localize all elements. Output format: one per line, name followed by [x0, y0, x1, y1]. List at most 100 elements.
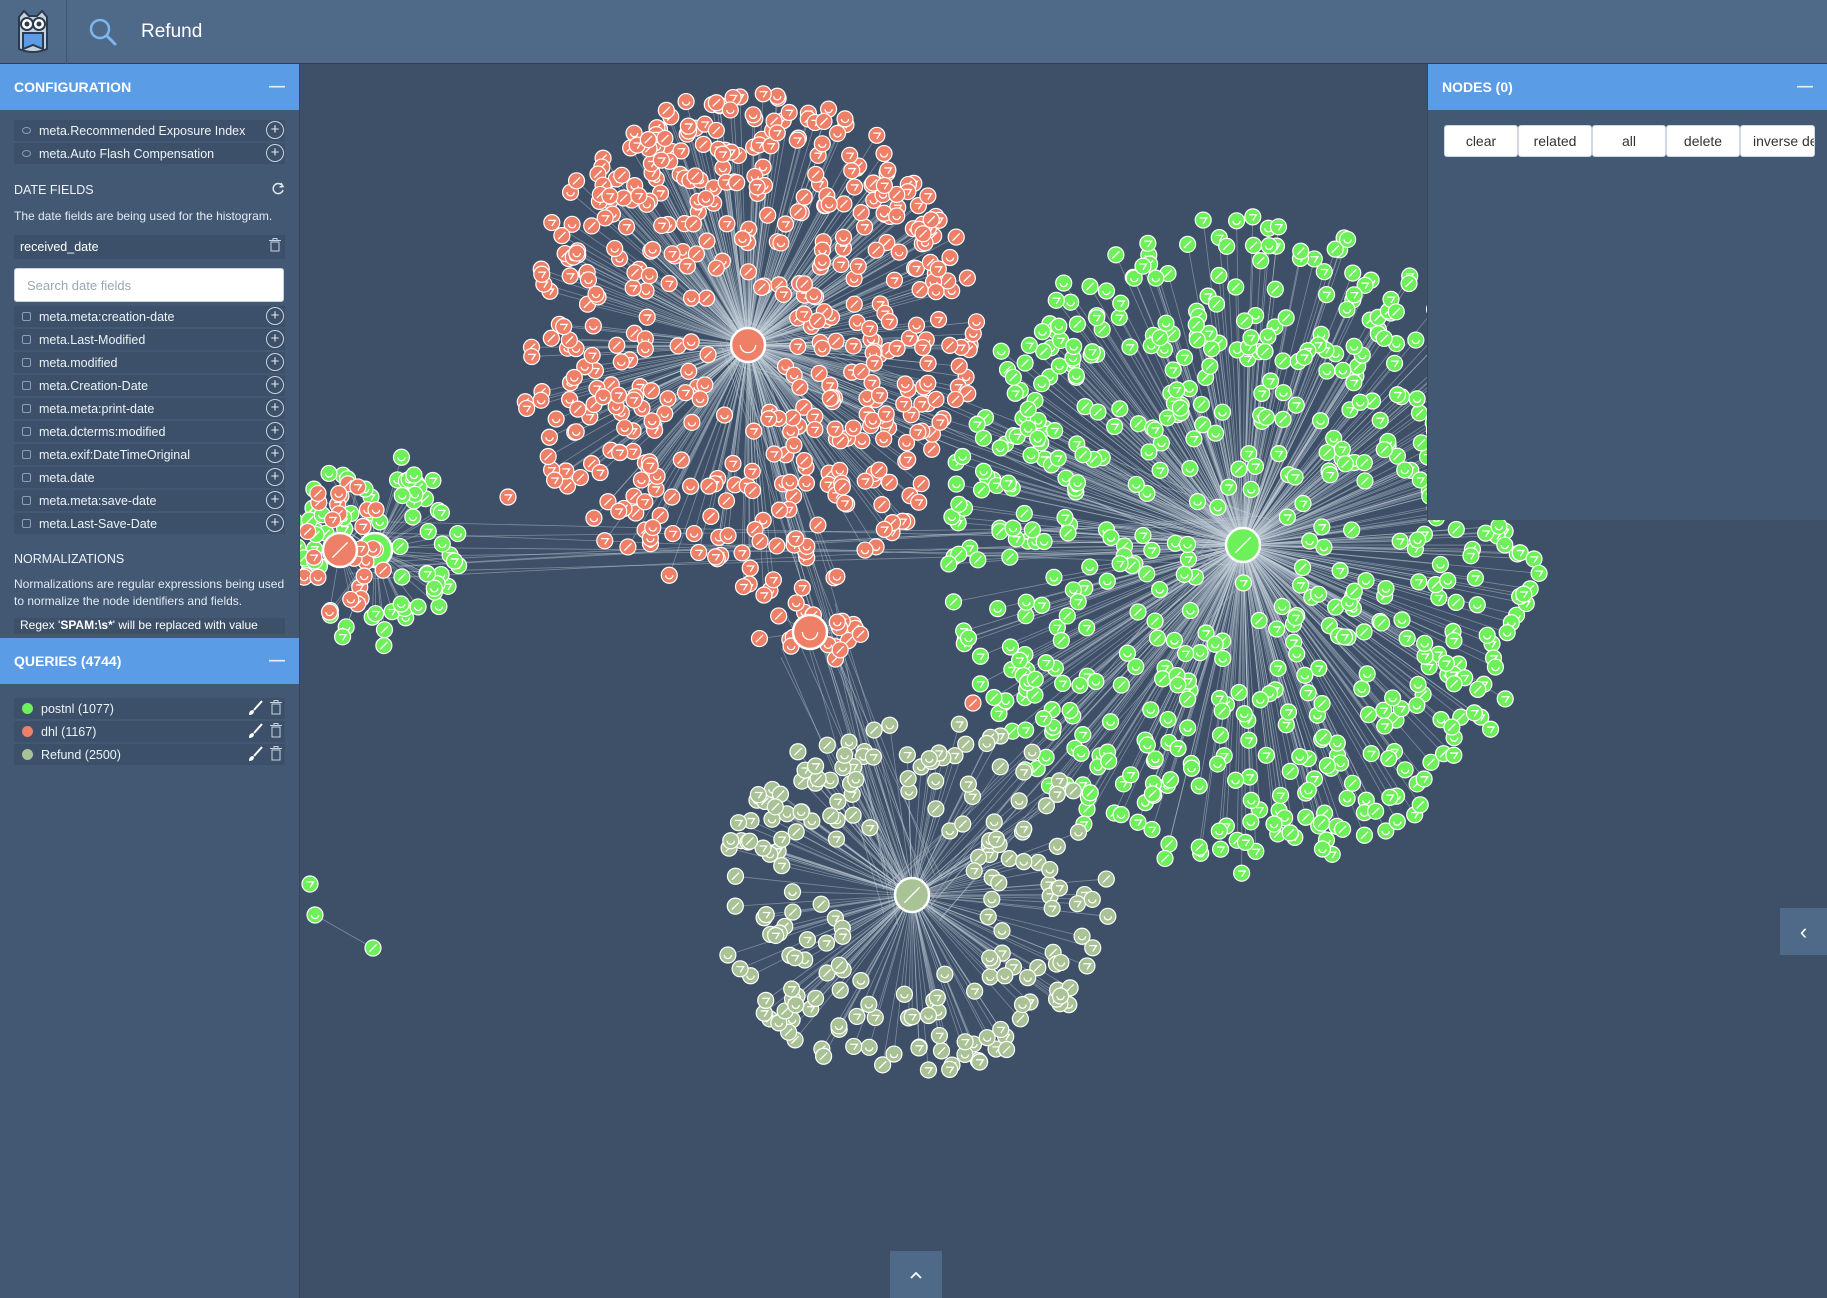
graph-node[interactable] — [1240, 731, 1258, 749]
graph-node[interactable] — [1310, 585, 1328, 603]
graph-node[interactable] — [787, 530, 805, 548]
graph-node[interactable] — [927, 772, 945, 790]
graph-node[interactable] — [1270, 445, 1288, 463]
graph-node[interactable] — [1062, 293, 1080, 311]
query-color-dot[interactable] — [22, 726, 33, 737]
graph-node[interactable] — [1321, 466, 1339, 484]
graph-node[interactable] — [1291, 747, 1309, 766]
graph-node[interactable] — [789, 337, 807, 356]
graph-node[interactable] — [828, 567, 846, 586]
graph-node[interactable] — [1468, 596, 1486, 614]
graph-node[interactable] — [1051, 987, 1070, 1005]
graph-node[interactable] — [1129, 813, 1147, 831]
graph-node[interactable] — [780, 103, 798, 122]
graph-node[interactable] — [721, 101, 739, 119]
graph-node[interactable] — [624, 279, 642, 297]
graph-node[interactable] — [983, 890, 1001, 908]
graph-node[interactable] — [754, 85, 772, 103]
graph-node[interactable] — [974, 462, 993, 480]
graph-node[interactable] — [768, 87, 786, 105]
graph-node[interactable] — [1015, 853, 1033, 871]
graph-node[interactable] — [1207, 424, 1225, 442]
graph-node[interactable] — [1259, 327, 1277, 346]
graph-node[interactable] — [1213, 403, 1232, 421]
graph-node[interactable] — [768, 124, 786, 142]
graph-node[interactable] — [744, 106, 762, 124]
graph-node[interactable] — [1041, 860, 1059, 879]
graph-node[interactable] — [1097, 282, 1116, 300]
graph-node[interactable] — [1165, 631, 1184, 650]
graph-node[interactable] — [1269, 659, 1287, 677]
graph-node[interactable] — [724, 454, 742, 473]
graph-node[interactable] — [682, 333, 700, 351]
graph-node[interactable] — [596, 532, 614, 550]
graph-node[interactable] — [1139, 234, 1157, 252]
graph-node[interactable] — [1242, 813, 1260, 831]
graph-node[interactable] — [392, 595, 410, 613]
graph-node[interactable] — [813, 135, 831, 153]
graph-node[interactable] — [903, 1008, 921, 1026]
graph-node[interactable] — [1398, 629, 1416, 647]
graph-node[interactable] — [844, 337, 863, 355]
graph-node[interactable] — [1408, 531, 1427, 549]
graph-node[interactable] — [1388, 386, 1407, 404]
graph-node[interactable] — [636, 340, 654, 358]
graph-node[interactable] — [330, 485, 348, 503]
graph-node[interactable] — [757, 906, 775, 924]
graph-node[interactable] — [1188, 493, 1207, 511]
graph-node[interactable] — [798, 931, 817, 949]
graph-node[interactable] — [561, 267, 579, 285]
graph-node[interactable] — [1415, 770, 1433, 788]
graph-node[interactable] — [755, 586, 773, 604]
graph-node[interactable] — [1151, 461, 1169, 479]
graph-node[interactable] — [1333, 440, 1351, 458]
graph-node[interactable] — [565, 368, 583, 387]
graph-node[interactable] — [1045, 568, 1063, 586]
graph-node[interactable] — [1273, 597, 1291, 616]
graph-node[interactable] — [834, 927, 852, 945]
graph-node[interactable] — [1179, 550, 1198, 568]
graph-node[interactable] — [865, 354, 883, 372]
graph-node[interactable] — [309, 568, 327, 586]
graph-node[interactable] — [930, 1026, 949, 1045]
graph-node[interactable] — [861, 819, 879, 837]
graph-node[interactable] — [445, 552, 464, 570]
graph-node[interactable] — [719, 527, 737, 545]
graph-node[interactable] — [707, 548, 725, 566]
add-icon[interactable]: + — [266, 144, 284, 162]
graph-node[interactable] — [1071, 676, 1089, 694]
graph-node[interactable] — [1099, 907, 1117, 925]
graph-node[interactable] — [449, 524, 467, 543]
graph-node[interactable] — [793, 579, 811, 597]
graph-node[interactable] — [745, 422, 763, 440]
graph-node[interactable] — [681, 477, 700, 495]
graph-node[interactable] — [989, 600, 1007, 618]
graph-node[interactable] — [919, 1006, 938, 1025]
graph-node[interactable] — [1391, 532, 1409, 550]
graph-node[interactable] — [1358, 665, 1376, 683]
graph-node[interactable] — [659, 390, 677, 408]
graph-node[interactable] — [992, 342, 1010, 360]
graph-node[interactable] — [1056, 508, 1074, 527]
graph-node[interactable] — [409, 598, 427, 616]
graph-node[interactable] — [320, 603, 339, 621]
graph-node[interactable] — [1083, 890, 1101, 908]
configuration-collapse-button[interactable]: — — [269, 78, 285, 96]
graph-node[interactable] — [1134, 526, 1152, 545]
graph-node[interactable] — [677, 92, 695, 111]
graph-node[interactable] — [532, 391, 550, 409]
date-field-item[interactable]: meta.Creation-Date + — [14, 375, 285, 396]
graph-node[interactable] — [959, 775, 977, 793]
graph-node[interactable] — [690, 543, 708, 562]
graph-node[interactable] — [393, 486, 411, 505]
graph-node[interactable] — [1431, 555, 1450, 574]
graph-node[interactable] — [1260, 237, 1278, 255]
graph-node[interactable] — [920, 750, 938, 768]
graph-node[interactable] — [1278, 508, 1296, 526]
graph-node[interactable] — [1242, 480, 1260, 499]
graph-node[interactable] — [594, 388, 612, 406]
graph-node[interactable] — [797, 474, 816, 492]
side-panel-toggle-button[interactable]: ‹ — [1780, 908, 1827, 955]
graph-node[interactable] — [1194, 211, 1212, 229]
graph-node[interactable] — [852, 971, 870, 990]
